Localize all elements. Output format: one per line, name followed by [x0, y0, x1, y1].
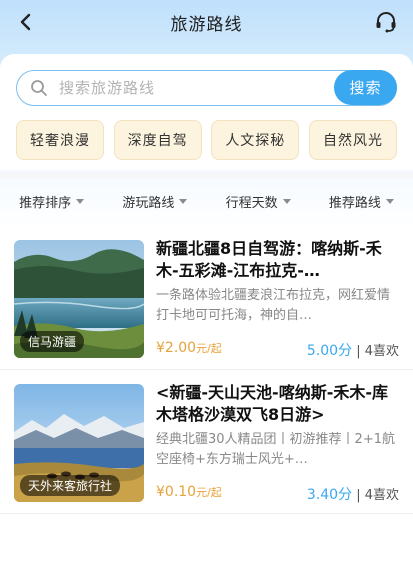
caret-down-icon: [385, 198, 394, 204]
caret-down-icon: [282, 198, 291, 204]
route-likes: 4喜欢: [364, 488, 399, 503]
section-divider: [0, 172, 413, 178]
search-panel: 搜索 轻奢浪漫 深度自驾 人文探秘 自然风光: [0, 54, 413, 170]
route-meta: 5.00分 | 4喜欢: [307, 340, 399, 360]
filter-days-label: 行程天数: [225, 195, 278, 211]
price-value: ¥2.00: [156, 340, 197, 356]
search-bar: 搜索: [16, 70, 397, 106]
route-description: 经典北疆30人精品团丨初游推荐丨2+1航空座椅+东方瑞士风光+…: [156, 432, 395, 467]
price-unit: 元/起: [196, 342, 222, 355]
filter-sort-label: 推荐排序: [19, 195, 72, 211]
meta-separator: |: [356, 344, 365, 359]
caret-down-icon: [179, 198, 188, 204]
filter-bar: 推荐排序 游玩路线 行程天数 推荐路线: [0, 186, 413, 216]
category-luxury-romance[interactable]: 轻奢浪漫: [16, 120, 104, 160]
filter-route[interactable]: 游玩路线: [122, 192, 188, 211]
filter-days[interactable]: 行程天数: [226, 192, 291, 211]
search-icon: [29, 78, 49, 98]
back-button[interactable]: [12, 8, 40, 36]
route-card[interactable]: 信马游疆 新疆北疆8日自驾游：喀纳斯-禾木-五彩滩-江布拉克-… 一条路体验北疆…: [0, 226, 413, 370]
route-price: ¥2.00元/起: [156, 340, 222, 356]
route-description: 一条路体验北疆麦浪江布拉克，网红爱情打卡地可可托海，神的自…: [156, 288, 391, 323]
category-culture-explore[interactable]: 人文探秘: [211, 120, 300, 160]
price-value: ¥0.10: [156, 484, 197, 500]
route-likes: 4喜欢: [364, 344, 399, 359]
caret-down-icon: [76, 198, 85, 204]
route-score: 3.40分: [306, 487, 353, 503]
top-bar: 旅游路线: [0, 0, 413, 44]
chevron-left-icon: [20, 13, 31, 31]
route-card[interactable]: 天外来客旅行社 <新疆-天山天池-喀纳斯-禾木-库木塔格沙漠双飞8日游> 经典北…: [0, 370, 413, 514]
route-thumbnail: 信马游疆: [14, 240, 144, 358]
filter-recommended-label: 推荐路线: [328, 195, 381, 211]
vendor-label: 信马游疆: [20, 331, 85, 352]
filter-recommended[interactable]: 推荐路线: [329, 192, 394, 211]
route-title: <新疆-天山天池-喀纳斯-禾木-库木塔格沙漠双飞8日游>: [156, 383, 388, 424]
customer-service-button[interactable]: [373, 9, 399, 35]
price-unit: 元/起: [196, 486, 222, 499]
route-list: 信马游疆 新疆北疆8日自驾游：喀纳斯-禾木-五彩滩-江布拉克-… 一条路体验北疆…: [0, 226, 413, 514]
search-input[interactable]: [59, 73, 319, 103]
route-thumbnail: 天外来客旅行社: [14, 384, 144, 502]
category-natural-scenery[interactable]: 自然风光: [308, 120, 397, 160]
headset-icon: [376, 12, 396, 33]
search-button[interactable]: 搜索: [334, 70, 397, 105]
route-title: 新疆北疆8日自驾游：喀纳斯-禾木-五彩滩-江布拉克-…: [156, 239, 382, 280]
page-title: 旅游路线: [170, 14, 243, 35]
route-meta: 3.40分 | 4喜欢: [307, 484, 399, 504]
category-self-drive[interactable]: 深度自驾: [113, 120, 202, 160]
category-tags: 轻奢浪漫 深度自驾 人文探秘 自然风光: [16, 120, 397, 160]
route-price: ¥0.10元/起: [156, 484, 222, 500]
meta-separator: |: [356, 488, 365, 503]
route-score: 5.00分: [306, 343, 353, 359]
filter-sort[interactable]: 推荐排序: [19, 192, 85, 211]
vendor-label: 天外来客旅行社: [20, 475, 121, 496]
filter-route-label: 游玩路线: [122, 195, 175, 211]
